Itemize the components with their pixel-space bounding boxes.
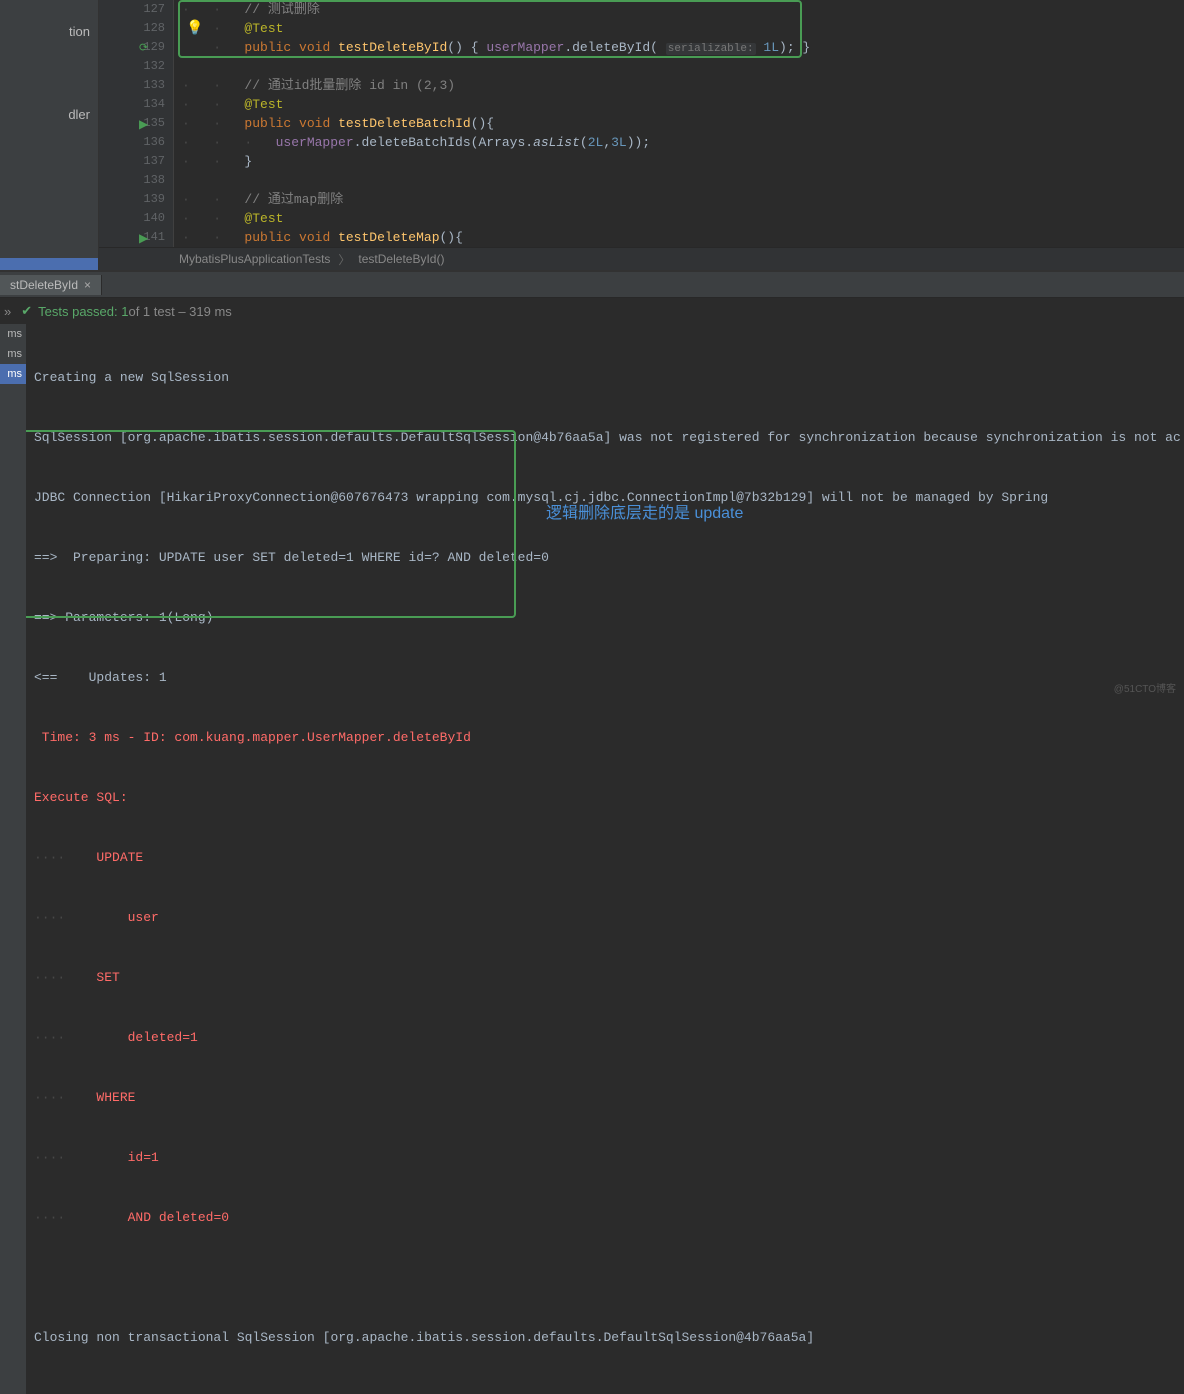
line-number: 138 <box>99 171 165 190</box>
console-line: ···· UPDATE <box>34 848 1176 868</box>
lightbulb-icon[interactable]: 💡 <box>186 20 203 39</box>
line-number: 127 <box>99 0 165 19</box>
project-sidebar: tion dler <box>0 0 99 270</box>
line-number: 132 <box>99 57 165 76</box>
chevron-icon: » <box>4 304 11 319</box>
breadcrumb-item[interactable]: testDeleteById() <box>358 252 444 266</box>
run-panel: stDeleteById × » ✔ Tests passed: 1 of 1 … <box>0 270 1184 1394</box>
sidebar-item[interactable]: tion <box>0 20 98 43</box>
line-gutter: 127 128 129⟳ 132 133 134 135▶ 136 137 13… <box>99 0 174 247</box>
line-number: 133 <box>99 76 165 95</box>
line-number: 135▶ <box>99 114 165 133</box>
console-line: Time: 3 ms - ID: com.kuang.mapper.UserMa… <box>34 728 1176 748</box>
console-line: ···· SET <box>34 968 1176 988</box>
line-number: 137 <box>99 152 165 171</box>
check-icon: ✔ <box>21 303 32 319</box>
console-line: <== Updates: 1 <box>34 668 1176 688</box>
console-output[interactable]: Creating a new SqlSession SqlSession [or… <box>26 324 1184 1394</box>
console-line: ···· AND deleted=0 <box>34 1208 1176 1228</box>
console-line: ···· id=1 <box>34 1148 1176 1168</box>
chevron-right-icon: 〉 <box>338 251 350 268</box>
watermark: @51CTO博客 <box>1114 680 1176 695</box>
line-number: 136 <box>99 133 165 152</box>
ms-label-active: ms <box>0 364 26 384</box>
tests-passed-label: Tests passed: 1 <box>38 304 128 319</box>
console-line: ···· deleted=1 <box>34 1028 1176 1048</box>
console-line <box>34 1268 1176 1288</box>
line-number: 139 <box>99 190 165 209</box>
timing-gutter: ms ms ms <box>0 324 26 1394</box>
console-line: ==> Parameters: 1(Long) <box>34 608 1176 628</box>
line-number: 128 <box>99 19 165 38</box>
line-number: 141▶ <box>99 228 165 247</box>
console-line: ···· user <box>34 908 1176 928</box>
console-line: ···· WHERE <box>34 1088 1176 1108</box>
sidebar-item[interactable]: dler <box>0 103 98 126</box>
highlight-box <box>26 430 516 618</box>
line-number: 134 <box>99 95 165 114</box>
code-editor[interactable]: 💡 · · // 测试删除 · @Test · public void test… <box>174 0 1184 247</box>
run-tab[interactable]: stDeleteById × <box>0 275 102 295</box>
close-icon[interactable]: × <box>84 278 91 292</box>
console-line: Closing non transactional SqlSession [or… <box>34 1328 1176 1348</box>
console-line: ==> Preparing: UPDATE user SET deleted=1… <box>34 548 1176 568</box>
run-icon[interactable]: ▶ <box>139 230 148 247</box>
breadcrumb[interactable]: MybatisPlusApplicationTests 〉 testDelete… <box>99 247 1184 270</box>
console-line: Creating a new SqlSession <box>34 368 1176 388</box>
breadcrumb-item[interactable]: MybatisPlusApplicationTests <box>179 252 330 266</box>
tests-summary-label: of 1 test – 319 ms <box>128 304 231 319</box>
annotation-label: 逻辑删除底层走的是 update <box>546 504 743 524</box>
console-line: SqlSession [org.apache.ibatis.session.de… <box>34 428 1176 448</box>
ms-label: ms <box>0 344 26 364</box>
run-tab-bar: stDeleteById × <box>0 272 1184 298</box>
sidebar-item-active[interactable] <box>0 258 98 270</box>
line-number: 140 <box>99 209 165 228</box>
test-status-bar: » ✔ Tests passed: 1 of 1 test – 319 ms <box>0 298 1184 324</box>
line-number: 129⟳ <box>99 38 165 57</box>
editor-area: 127 128 129⟳ 132 133 134 135▶ 136 137 13… <box>99 0 1184 270</box>
console-line: Execute SQL: <box>34 788 1176 808</box>
ms-label: ms <box>0 324 26 344</box>
